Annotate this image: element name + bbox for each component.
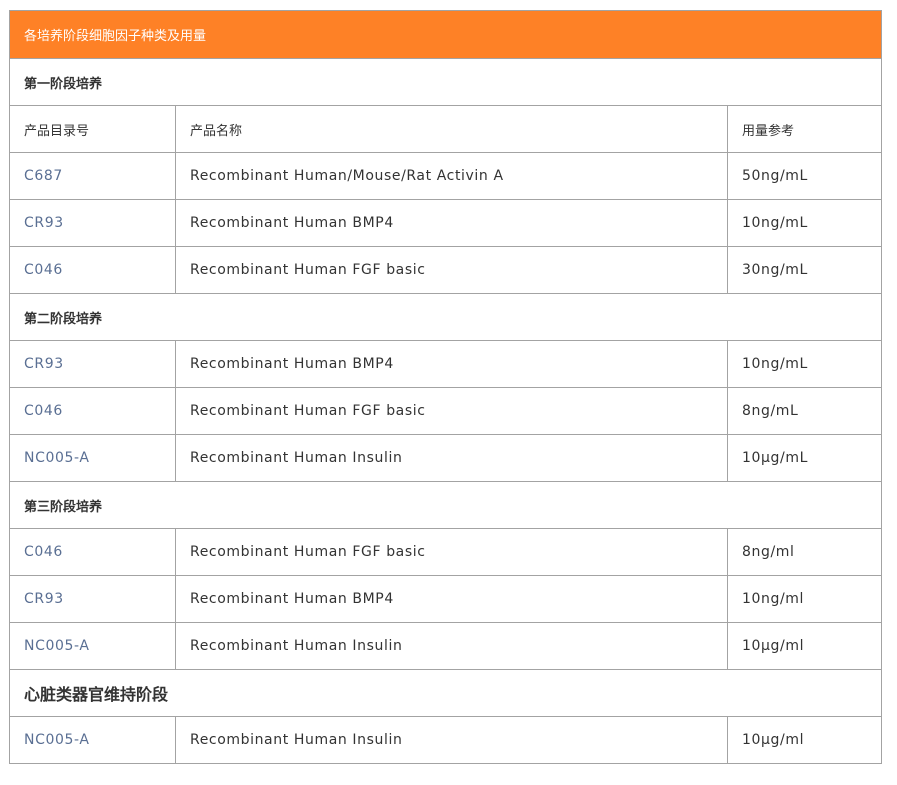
table-row: CR93 Recombinant Human BMP4 10ng/mL: [9, 340, 882, 388]
product-name: Recombinant Human BMP4: [175, 340, 728, 388]
cytokine-table: 各培养阶段细胞因子种类及用量 第一阶段培养 产品目录号 产品名称 用量参考 C6…: [9, 10, 882, 764]
catalog-link[interactable]: CR93: [9, 340, 176, 388]
table-row: NC005-A Recombinant Human Insulin 10μg/m…: [9, 434, 882, 482]
product-name: Recombinant Human Insulin: [175, 622, 728, 670]
dosage: 10μg/mL: [727, 434, 882, 482]
stage-label: 第三阶段培养: [9, 481, 882, 529]
product-name: Recombinant Human FGF basic: [175, 528, 728, 576]
catalog-link[interactable]: NC005-A: [9, 434, 176, 482]
table-row: C687 Recombinant Human/Mouse/Rat Activin…: [9, 152, 882, 200]
catalog-link[interactable]: C046: [9, 246, 176, 294]
dosage: 10ng/mL: [727, 340, 882, 388]
catalog-link[interactable]: NC005-A: [9, 622, 176, 670]
catalog-link[interactable]: NC005-A: [9, 716, 176, 764]
table-row: CR93 Recombinant Human BMP4 10ng/ml: [9, 575, 882, 623]
column-header-row: 产品目录号 产品名称 用量参考: [9, 105, 882, 153]
table-row: NC005-A Recombinant Human Insulin 10μg/m…: [9, 716, 882, 764]
stage-label: 心脏类器官维持阶段: [9, 669, 882, 717]
product-name: Recombinant Human/Mouse/Rat Activin A: [175, 152, 728, 200]
table-row: CR93 Recombinant Human BMP4 10ng/mL: [9, 199, 882, 247]
dosage: 10μg/ml: [727, 716, 882, 764]
column-header-name: 产品名称: [175, 105, 728, 153]
column-header-dosage: 用量参考: [727, 105, 882, 153]
product-name: Recombinant Human Insulin: [175, 434, 728, 482]
cytokine-table-container: 各培养阶段细胞因子种类及用量 第一阶段培养 产品目录号 产品名称 用量参考 C6…: [9, 10, 882, 764]
table-row: C046 Recombinant Human FGF basic 30ng/mL: [9, 246, 882, 294]
catalog-link[interactable]: C046: [9, 528, 176, 576]
dosage: 10ng/ml: [727, 575, 882, 623]
table-title: 各培养阶段细胞因子种类及用量: [9, 10, 882, 59]
product-name: Recombinant Human FGF basic: [175, 246, 728, 294]
product-name: Recombinant Human Insulin: [175, 716, 728, 764]
stage-row-maintenance: 心脏类器官维持阶段: [9, 669, 882, 717]
catalog-link[interactable]: CR93: [9, 199, 176, 247]
column-header-catalog: 产品目录号: [9, 105, 176, 153]
table-row: NC005-A Recombinant Human Insulin 10μg/m…: [9, 622, 882, 670]
table-title-row: 各培养阶段细胞因子种类及用量: [9, 10, 882, 59]
stage-row-1: 第一阶段培养: [9, 58, 882, 106]
catalog-link[interactable]: C046: [9, 387, 176, 435]
product-name: Recombinant Human FGF basic: [175, 387, 728, 435]
stage-label: 第二阶段培养: [9, 293, 882, 341]
dosage: 10μg/ml: [727, 622, 882, 670]
dosage: 10ng/mL: [727, 199, 882, 247]
table-row: C046 Recombinant Human FGF basic 8ng/ml: [9, 528, 882, 576]
table-row: C046 Recombinant Human FGF basic 8ng/mL: [9, 387, 882, 435]
dosage: 8ng/ml: [727, 528, 882, 576]
dosage: 50ng/mL: [727, 152, 882, 200]
stage-label: 第一阶段培养: [9, 58, 882, 106]
dosage: 30ng/mL: [727, 246, 882, 294]
catalog-link[interactable]: C687: [9, 152, 176, 200]
product-name: Recombinant Human BMP4: [175, 199, 728, 247]
stage-row-2: 第二阶段培养: [9, 293, 882, 341]
catalog-link[interactable]: CR93: [9, 575, 176, 623]
dosage: 8ng/mL: [727, 387, 882, 435]
stage-row-3: 第三阶段培养: [9, 481, 882, 529]
product-name: Recombinant Human BMP4: [175, 575, 728, 623]
